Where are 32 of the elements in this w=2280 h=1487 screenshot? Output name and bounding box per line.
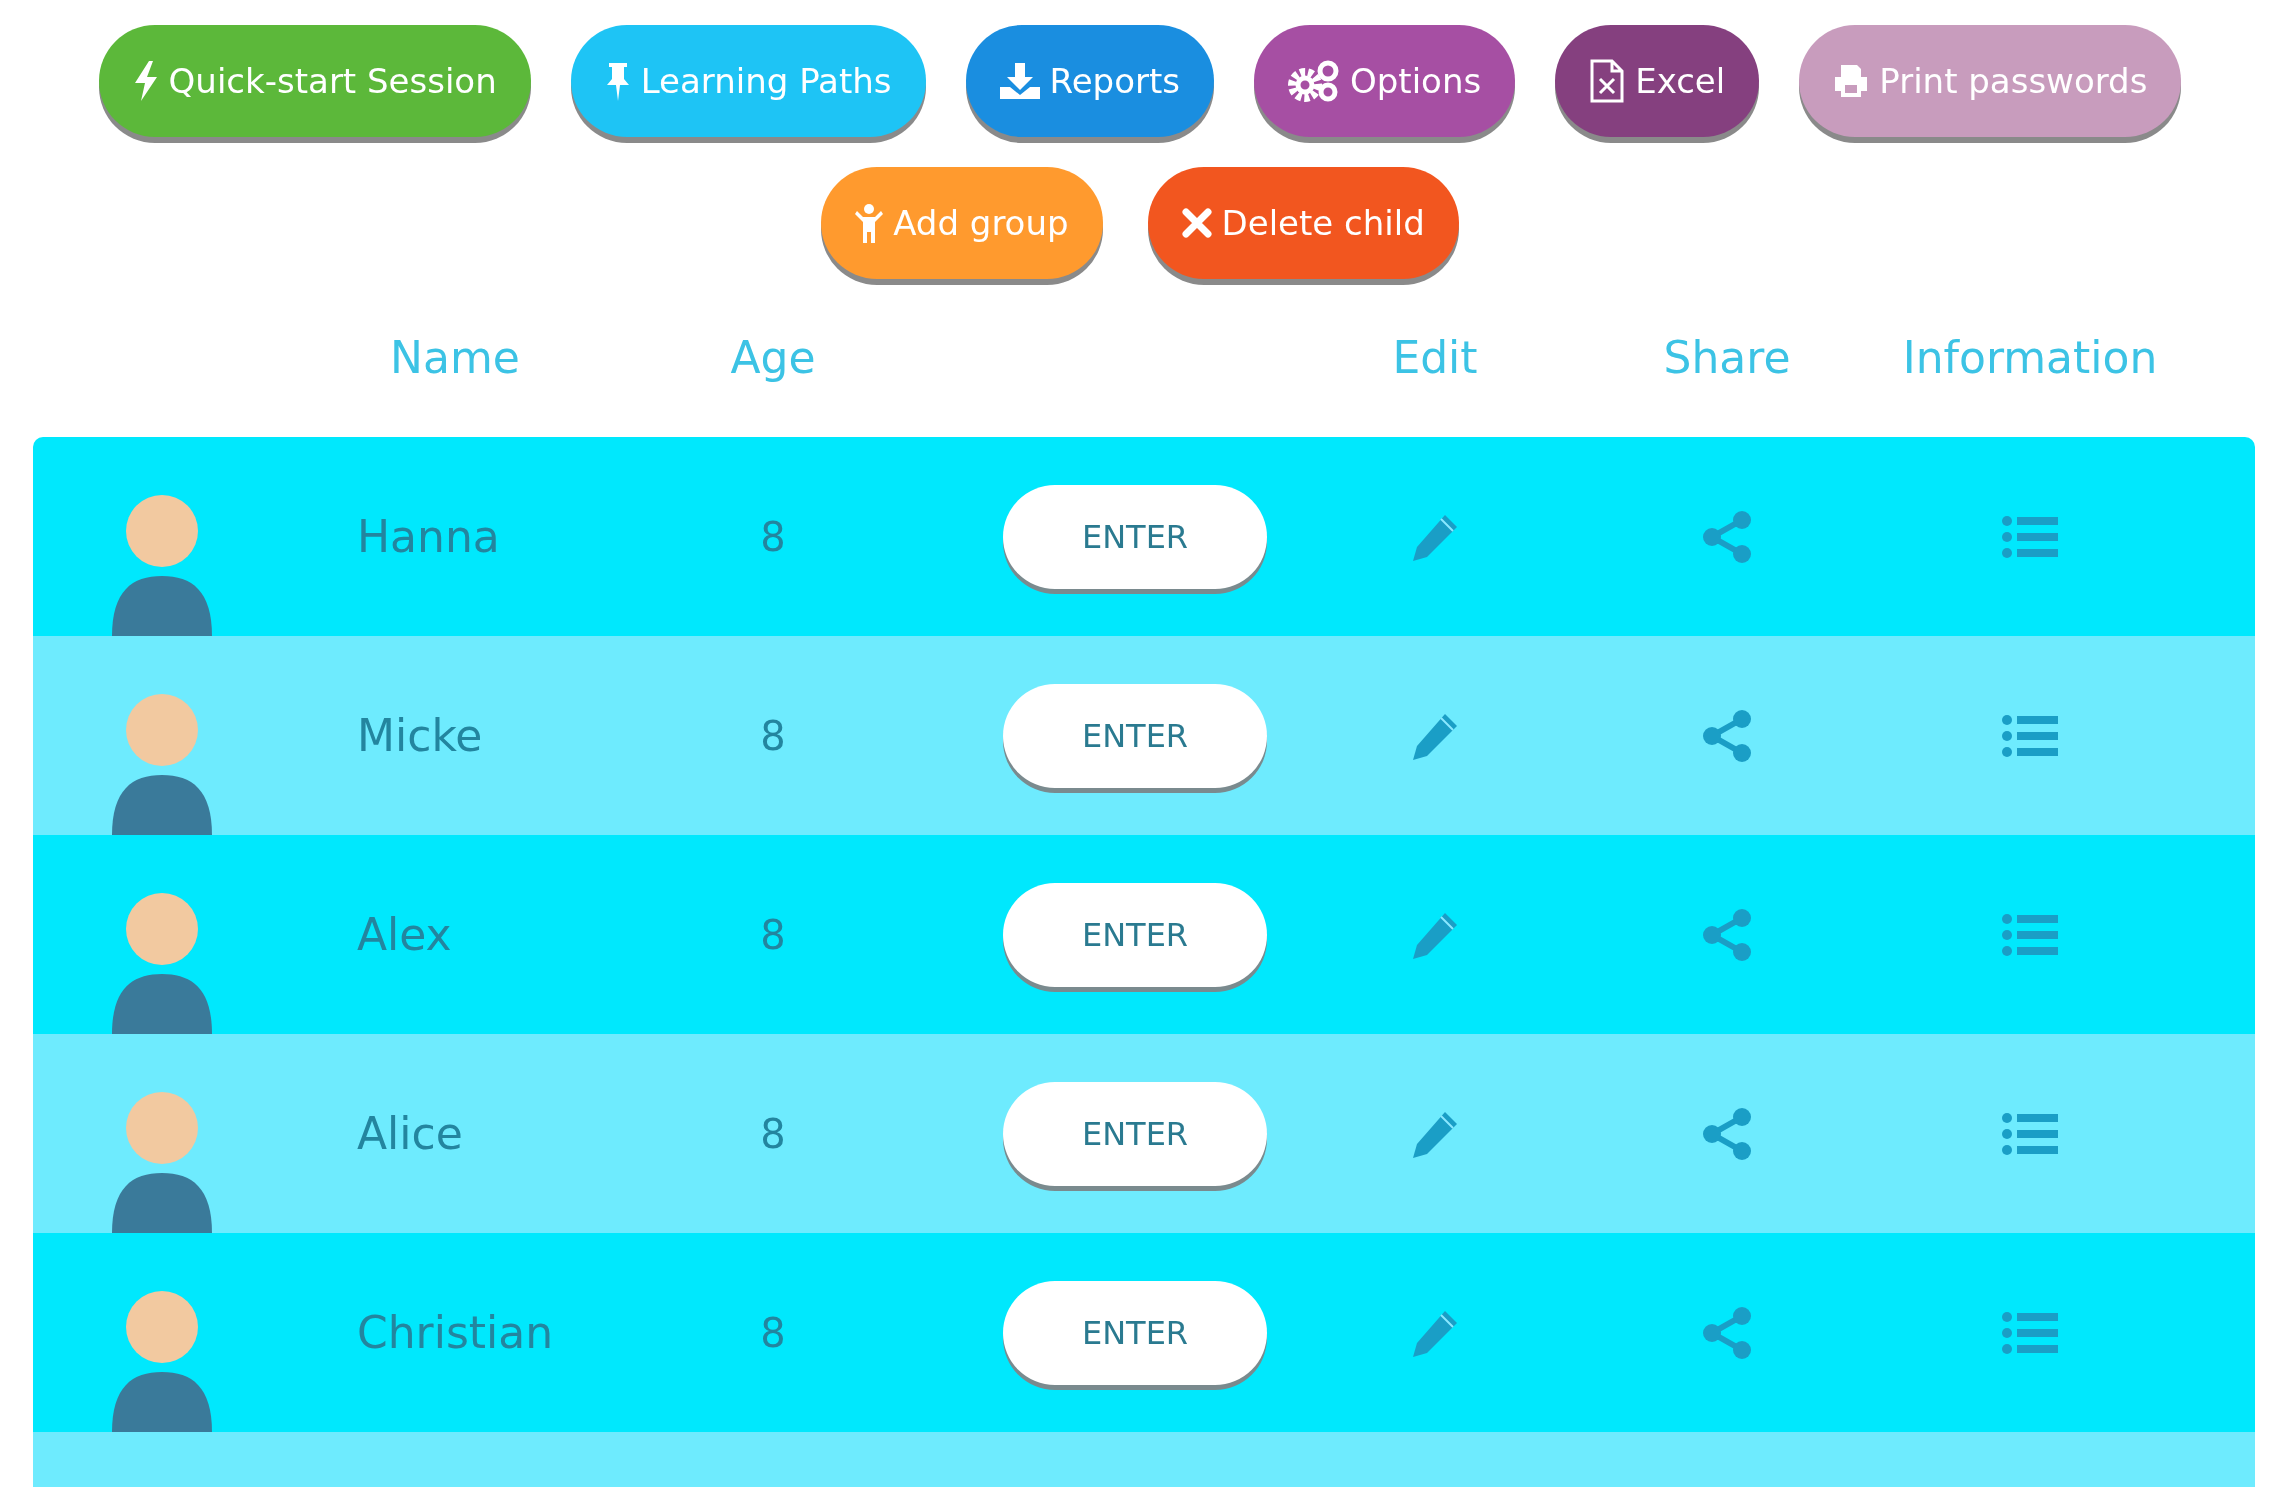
child-age: 8 [760,711,786,761]
share-icon[interactable] [1702,708,1752,763]
bolt-icon [132,61,159,101]
child-name: Alex [357,908,452,960]
child-age: 8 [760,910,786,960]
download-icon [999,63,1040,99]
column-header: Name [390,331,520,385]
file-icon [1589,59,1626,103]
list-icon[interactable] [2002,913,2058,956]
child-age: 8 [760,1109,786,1159]
child-name: Micke [357,709,483,761]
child-name: Christian [357,1306,554,1358]
child-age: 8 [760,1308,786,1358]
column-header: Information [1902,331,2158,385]
list-icon[interactable] [2002,1112,2058,1155]
child-age: 8 [760,512,786,562]
share-icon[interactable] [1702,1106,1752,1161]
list-icon[interactable] [2002,515,2058,558]
column-header: Age [730,331,816,385]
child-name: Hanna [357,510,500,562]
child-icon [855,203,884,243]
share-icon[interactable] [1702,907,1752,962]
column-header: Share [1663,331,1791,385]
gears-icon [1288,59,1340,103]
list-icon[interactable] [2002,1311,2058,1354]
printer-icon [1833,63,1870,99]
share-icon[interactable] [1702,1305,1752,1360]
list-icon[interactable] [2002,714,2058,757]
close-icon [1181,208,1212,238]
share-icon[interactable] [1702,509,1752,564]
column-header: Edit [1392,331,1478,385]
child-name: Alice [357,1107,463,1159]
